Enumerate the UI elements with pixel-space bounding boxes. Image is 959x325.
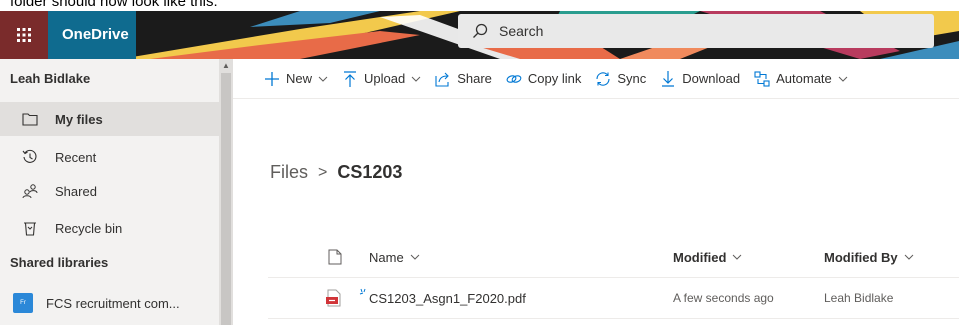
people-icon bbox=[22, 183, 38, 199]
copy-link-button-label: Copy link bbox=[527, 71, 582, 86]
upload-button-label: Upload bbox=[364, 71, 406, 86]
automate-button[interactable]: Automate bbox=[754, 70, 848, 87]
modified-by-column-header[interactable]: Modified By bbox=[824, 236, 914, 278]
nav-recycle-bin-label: Recycle bin bbox=[55, 220, 123, 236]
breadcrumb-files-link[interactable]: Files bbox=[270, 162, 308, 183]
share-button-label: Share bbox=[457, 71, 492, 86]
nav-my-files[interactable]: My files bbox=[0, 102, 219, 136]
left-nav: Leah Bidlake My files Recent Shared Recy… bbox=[0, 59, 233, 325]
chevron-down-icon bbox=[838, 76, 848, 82]
folder-icon bbox=[22, 111, 38, 127]
nav-recycle-bin[interactable]: Recycle bin bbox=[0, 211, 219, 245]
automate-button-label: Automate bbox=[776, 71, 832, 86]
search-icon bbox=[473, 23, 488, 38]
modified-by-column-label: Modified By bbox=[824, 249, 898, 265]
breadcrumb: Files > CS1203 bbox=[270, 162, 402, 183]
sidebar-scrollbar[interactable]: ▲ bbox=[219, 59, 233, 325]
modified-by-cell: Leah Bidlake bbox=[824, 291, 894, 305]
app-launcher-button[interactable] bbox=[0, 11, 48, 59]
file-name-cell[interactable]: CS1203_Asgn1_F2020.pdf bbox=[359, 278, 526, 318]
file-type-column-header[interactable] bbox=[328, 236, 342, 278]
new-button-label: New bbox=[286, 71, 313, 86]
caption-strip: folder should now look like this: bbox=[0, 0, 959, 11]
share-icon bbox=[435, 71, 451, 87]
caption-text: folder should now look like this: bbox=[10, 0, 218, 10]
upload-icon bbox=[342, 70, 358, 87]
chevron-down-icon bbox=[411, 76, 421, 82]
library-item[interactable]: Fr FCS recruitment com... bbox=[0, 287, 219, 319]
document-icon bbox=[328, 249, 342, 265]
new-button[interactable]: New bbox=[264, 71, 328, 87]
sync-button[interactable]: Sync bbox=[595, 71, 646, 87]
library-logo-icon: Fr bbox=[13, 293, 33, 313]
app-name-link[interactable]: OneDrive bbox=[48, 11, 136, 59]
breadcrumb-current-folder: CS1203 bbox=[337, 162, 403, 182]
shared-libraries-heading: Shared libraries bbox=[10, 255, 109, 270]
suite-header: OneDrive Search bbox=[0, 11, 959, 59]
download-button-label: Download bbox=[682, 71, 741, 86]
name-column-header[interactable]: Name bbox=[369, 236, 420, 278]
chevron-down-icon bbox=[733, 254, 742, 260]
link-icon bbox=[506, 71, 522, 87]
chevron-down-icon bbox=[410, 254, 420, 260]
chevron-down-icon bbox=[904, 254, 914, 260]
nav-shared-label: Shared bbox=[55, 183, 97, 199]
waffle-icon bbox=[17, 28, 31, 42]
new-item-sparkle-icon bbox=[359, 288, 366, 295]
library-item-label: FCS recruitment com... bbox=[46, 295, 180, 311]
file-list-header: Name Modified Modified By bbox=[268, 236, 959, 278]
scrollbar-thumb[interactable] bbox=[221, 73, 231, 325]
modified-cell: A few seconds ago bbox=[673, 291, 774, 305]
file-name[interactable]: CS1203_Asgn1_F2020.pdf bbox=[369, 291, 526, 306]
user-name: Leah Bidlake bbox=[10, 71, 91, 86]
modified-column-label: Modified bbox=[673, 249, 727, 265]
search-placeholder: Search bbox=[499, 23, 544, 39]
upload-button[interactable]: Upload bbox=[342, 70, 421, 87]
nav-my-files-label: My files bbox=[55, 111, 103, 127]
clock-icon bbox=[22, 149, 38, 165]
table-row[interactable]: CS1203_Asgn1_F2020.pdf A few seconds ago… bbox=[268, 278, 959, 319]
pdf-file-icon bbox=[326, 278, 342, 318]
nav-recent[interactable]: Recent bbox=[0, 140, 219, 174]
command-bar: New Upload Share Copy link Sync Download… bbox=[233, 59, 959, 99]
breadcrumb-separator: > bbox=[318, 163, 328, 181]
automate-icon bbox=[754, 70, 770, 87]
sync-button-label: Sync bbox=[617, 71, 647, 86]
chevron-down-icon bbox=[318, 76, 328, 82]
plus-icon bbox=[264, 71, 280, 87]
scroll-up-icon[interactable]: ▲ bbox=[222, 61, 230, 70]
search-box[interactable]: Search bbox=[458, 14, 934, 48]
share-button[interactable]: Share bbox=[435, 71, 492, 87]
download-icon bbox=[660, 70, 676, 87]
sync-icon bbox=[595, 71, 611, 87]
copy-link-button[interactable]: Copy link bbox=[506, 71, 581, 87]
trash-icon bbox=[22, 220, 38, 236]
nav-recent-label: Recent bbox=[55, 149, 97, 165]
modified-column-header[interactable]: Modified bbox=[673, 236, 742, 278]
name-column-label: Name bbox=[369, 249, 404, 265]
download-button[interactable]: Download bbox=[660, 70, 741, 87]
nav-shared[interactable]: Shared bbox=[0, 174, 219, 208]
